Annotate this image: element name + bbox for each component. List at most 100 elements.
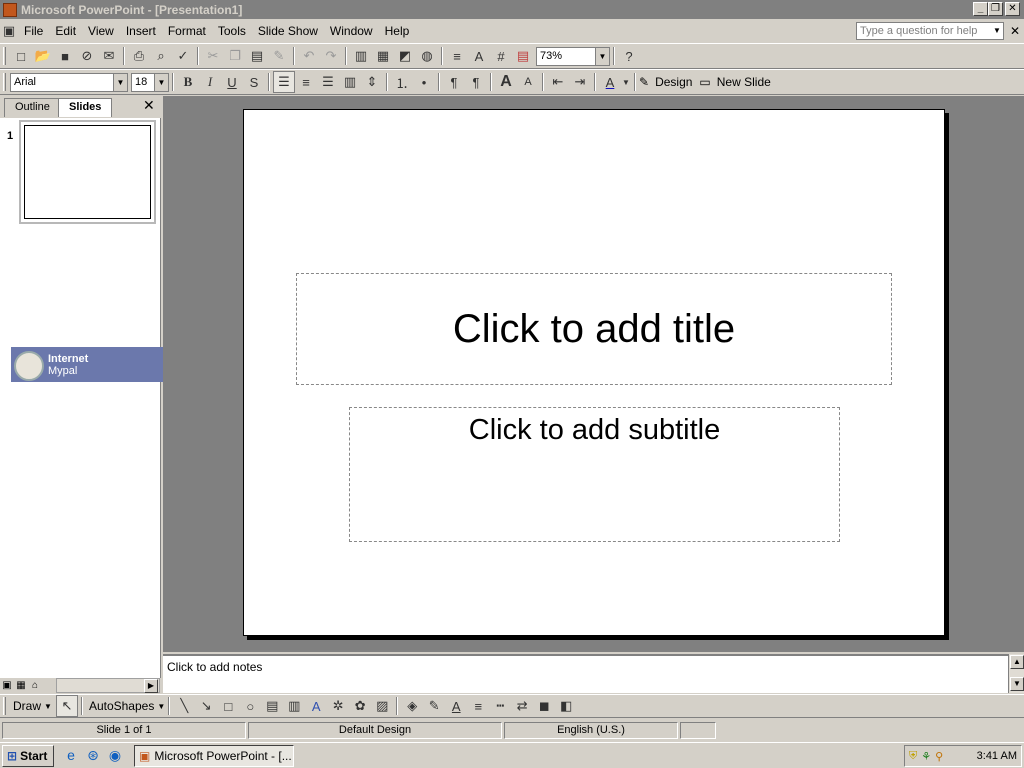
line-icon[interactable]: ╲: [173, 695, 195, 717]
decrease-indent-icon[interactable]: ⇤: [547, 71, 569, 93]
design-button[interactable]: ✎ Design: [639, 75, 695, 89]
insert-chart-icon[interactable]: ▥: [350, 45, 372, 67]
slide-thumbnail[interactable]: [19, 120, 156, 224]
tab-outline[interactable]: Outline: [4, 98, 61, 117]
line-style-icon[interactable]: ≡: [467, 695, 489, 717]
line-color-icon[interactable]: ✎: [423, 695, 445, 717]
slide-sorter-view-icon[interactable]: ▦: [14, 679, 28, 693]
arrow-icon[interactable]: ↘: [195, 695, 217, 717]
undo-icon[interactable]: ↶: [298, 45, 320, 67]
draw-dropdown-icon[interactable]: ▼: [44, 702, 52, 711]
format-painter-icon[interactable]: ✎: [268, 45, 290, 67]
open-icon[interactable]: 📂: [32, 45, 54, 67]
align-left-icon[interactable]: ☰: [273, 71, 295, 93]
paste-icon[interactable]: ▤: [246, 45, 268, 67]
numbering-icon[interactable]: ⒈: [391, 71, 413, 93]
ask-question-input[interactable]: Type a question for help: [856, 22, 1004, 40]
show-grid-icon[interactable]: #: [490, 45, 512, 67]
document-icon[interactable]: ▣: [0, 20, 18, 42]
expand-all-icon[interactable]: ≡: [446, 45, 468, 67]
security-shield-icon[interactable]: ⛨: [909, 750, 917, 763]
spelling-icon[interactable]: ✓: [172, 45, 194, 67]
tables-borders-icon[interactable]: ◩: [394, 45, 416, 67]
font-color-icon[interactable]: A: [599, 71, 621, 93]
draw-menu[interactable]: Draw: [10, 699, 44, 713]
tab-slides[interactable]: Slides: [58, 98, 113, 117]
diagram-icon[interactable]: ✲: [327, 695, 349, 717]
zoom-dropdown-icon[interactable]: ▼: [595, 47, 609, 65]
text-box-icon[interactable]: ▤: [261, 695, 283, 717]
italic-button[interactable]: I: [199, 71, 221, 93]
underline-button[interactable]: U: [221, 71, 243, 93]
insert-hyperlink-icon[interactable]: ◍: [416, 45, 438, 67]
scroll-right-icon[interactable]: ▶: [144, 679, 158, 693]
font-color-draw-icon[interactable]: A: [445, 695, 467, 717]
title-placeholder[interactable]: Click to add title: [296, 273, 892, 385]
increase-indent-icon[interactable]: ⇥: [569, 71, 591, 93]
save-icon[interactable]: ■: [54, 45, 76, 67]
font-color-dropdown-icon[interactable]: ▼: [621, 71, 631, 93]
help-icon[interactable]: ?: [618, 45, 640, 67]
distribute-icon[interactable]: ▥: [339, 71, 361, 93]
scroll-down-icon[interactable]: ▼: [1010, 677, 1024, 691]
bold-button[interactable]: B: [177, 71, 199, 93]
toolbar-grip[interactable]: [3, 697, 6, 715]
cut-icon[interactable]: ✂: [202, 45, 224, 67]
toolbar-grip[interactable]: [3, 47, 6, 65]
fill-color-icon[interactable]: ◈: [401, 695, 423, 717]
restore-button[interactable]: ❐: [988, 2, 1003, 16]
font-combo[interactable]: Arial ▼: [10, 72, 128, 92]
search-icon[interactable]: ⚲: [935, 750, 943, 763]
notes-pane[interactable]: Click to add notes: [163, 654, 1008, 693]
powerpoint-app-icon[interactable]: [3, 2, 17, 17]
permission-icon[interactable]: ⊘: [76, 45, 98, 67]
increase-font-icon[interactable]: A: [495, 71, 517, 93]
copy-icon[interactable]: ❐: [224, 45, 246, 67]
menu-file[interactable]: File: [18, 24, 49, 38]
font-size-combo[interactable]: 18 ▼: [131, 72, 169, 92]
internet-explorer-icon[interactable]: e: [62, 747, 80, 765]
zoom-combo[interactable]: 73% ▼: [536, 46, 610, 66]
3d-style-icon[interactable]: ◧: [555, 695, 577, 717]
minimize-button[interactable]: _: [973, 2, 988, 16]
start-button[interactable]: ⊞ Start: [2, 745, 54, 767]
arrow-style-icon[interactable]: ⇄: [511, 695, 533, 717]
redo-icon[interactable]: ↷: [320, 45, 342, 67]
email-icon[interactable]: ✉: [98, 45, 120, 67]
new-icon[interactable]: □: [10, 45, 32, 67]
network-icon[interactable]: ⚘: [921, 750, 931, 763]
scroll-up-icon[interactable]: ▲: [1010, 655, 1024, 669]
media-player-icon[interactable]: ◉: [106, 747, 124, 765]
decrease-font-icon[interactable]: A: [517, 71, 539, 93]
normal-view-icon[interactable]: ▣: [0, 679, 14, 693]
wordart-icon[interactable]: A: [305, 695, 327, 717]
dash-style-icon[interactable]: ┅: [489, 695, 511, 717]
select-objects-icon[interactable]: ↖: [55, 695, 78, 717]
oval-icon[interactable]: ○: [239, 695, 261, 717]
align-right-icon[interactable]: ☰: [317, 71, 339, 93]
menu-tools[interactable]: Tools: [212, 24, 252, 38]
slide-show-view-icon[interactable]: ⌂: [28, 679, 42, 693]
ask-dropdown-icon[interactable]: ▼: [990, 23, 1004, 39]
shadow-button[interactable]: S: [243, 71, 265, 93]
menu-slide-show[interactable]: Slide Show: [252, 24, 324, 38]
text-direction-icon[interactable]: ⇕: [361, 71, 383, 93]
color-grayscale-icon[interactable]: ▤: [512, 45, 534, 67]
font-size-dropdown-icon[interactable]: ▼: [154, 73, 168, 91]
vertical-text-box-icon[interactable]: ▥: [283, 695, 305, 717]
font-dropdown-icon[interactable]: ▼: [113, 73, 127, 91]
menu-window[interactable]: Window: [324, 24, 379, 38]
outlook-express-icon[interactable]: ⊛: [84, 747, 102, 765]
insert-table-icon[interactable]: ▦: [372, 45, 394, 67]
menu-help[interactable]: Help: [379, 24, 416, 38]
show-formatting-icon[interactable]: A: [468, 45, 490, 67]
taskbar-powerpoint-button[interactable]: ▣ Microsoft PowerPoint - [...: [134, 745, 294, 767]
menu-insert[interactable]: Insert: [120, 24, 162, 38]
menu-edit[interactable]: Edit: [49, 24, 82, 38]
rectangle-icon[interactable]: □: [217, 695, 239, 717]
center-icon[interactable]: ≡: [295, 71, 317, 93]
autoshapes-dropdown-icon[interactable]: ▼: [157, 702, 165, 711]
shadow-style-icon[interactable]: ◼: [533, 695, 555, 717]
bullets-icon[interactable]: •: [413, 71, 435, 93]
print-preview-icon[interactable]: ⌕: [150, 45, 172, 67]
